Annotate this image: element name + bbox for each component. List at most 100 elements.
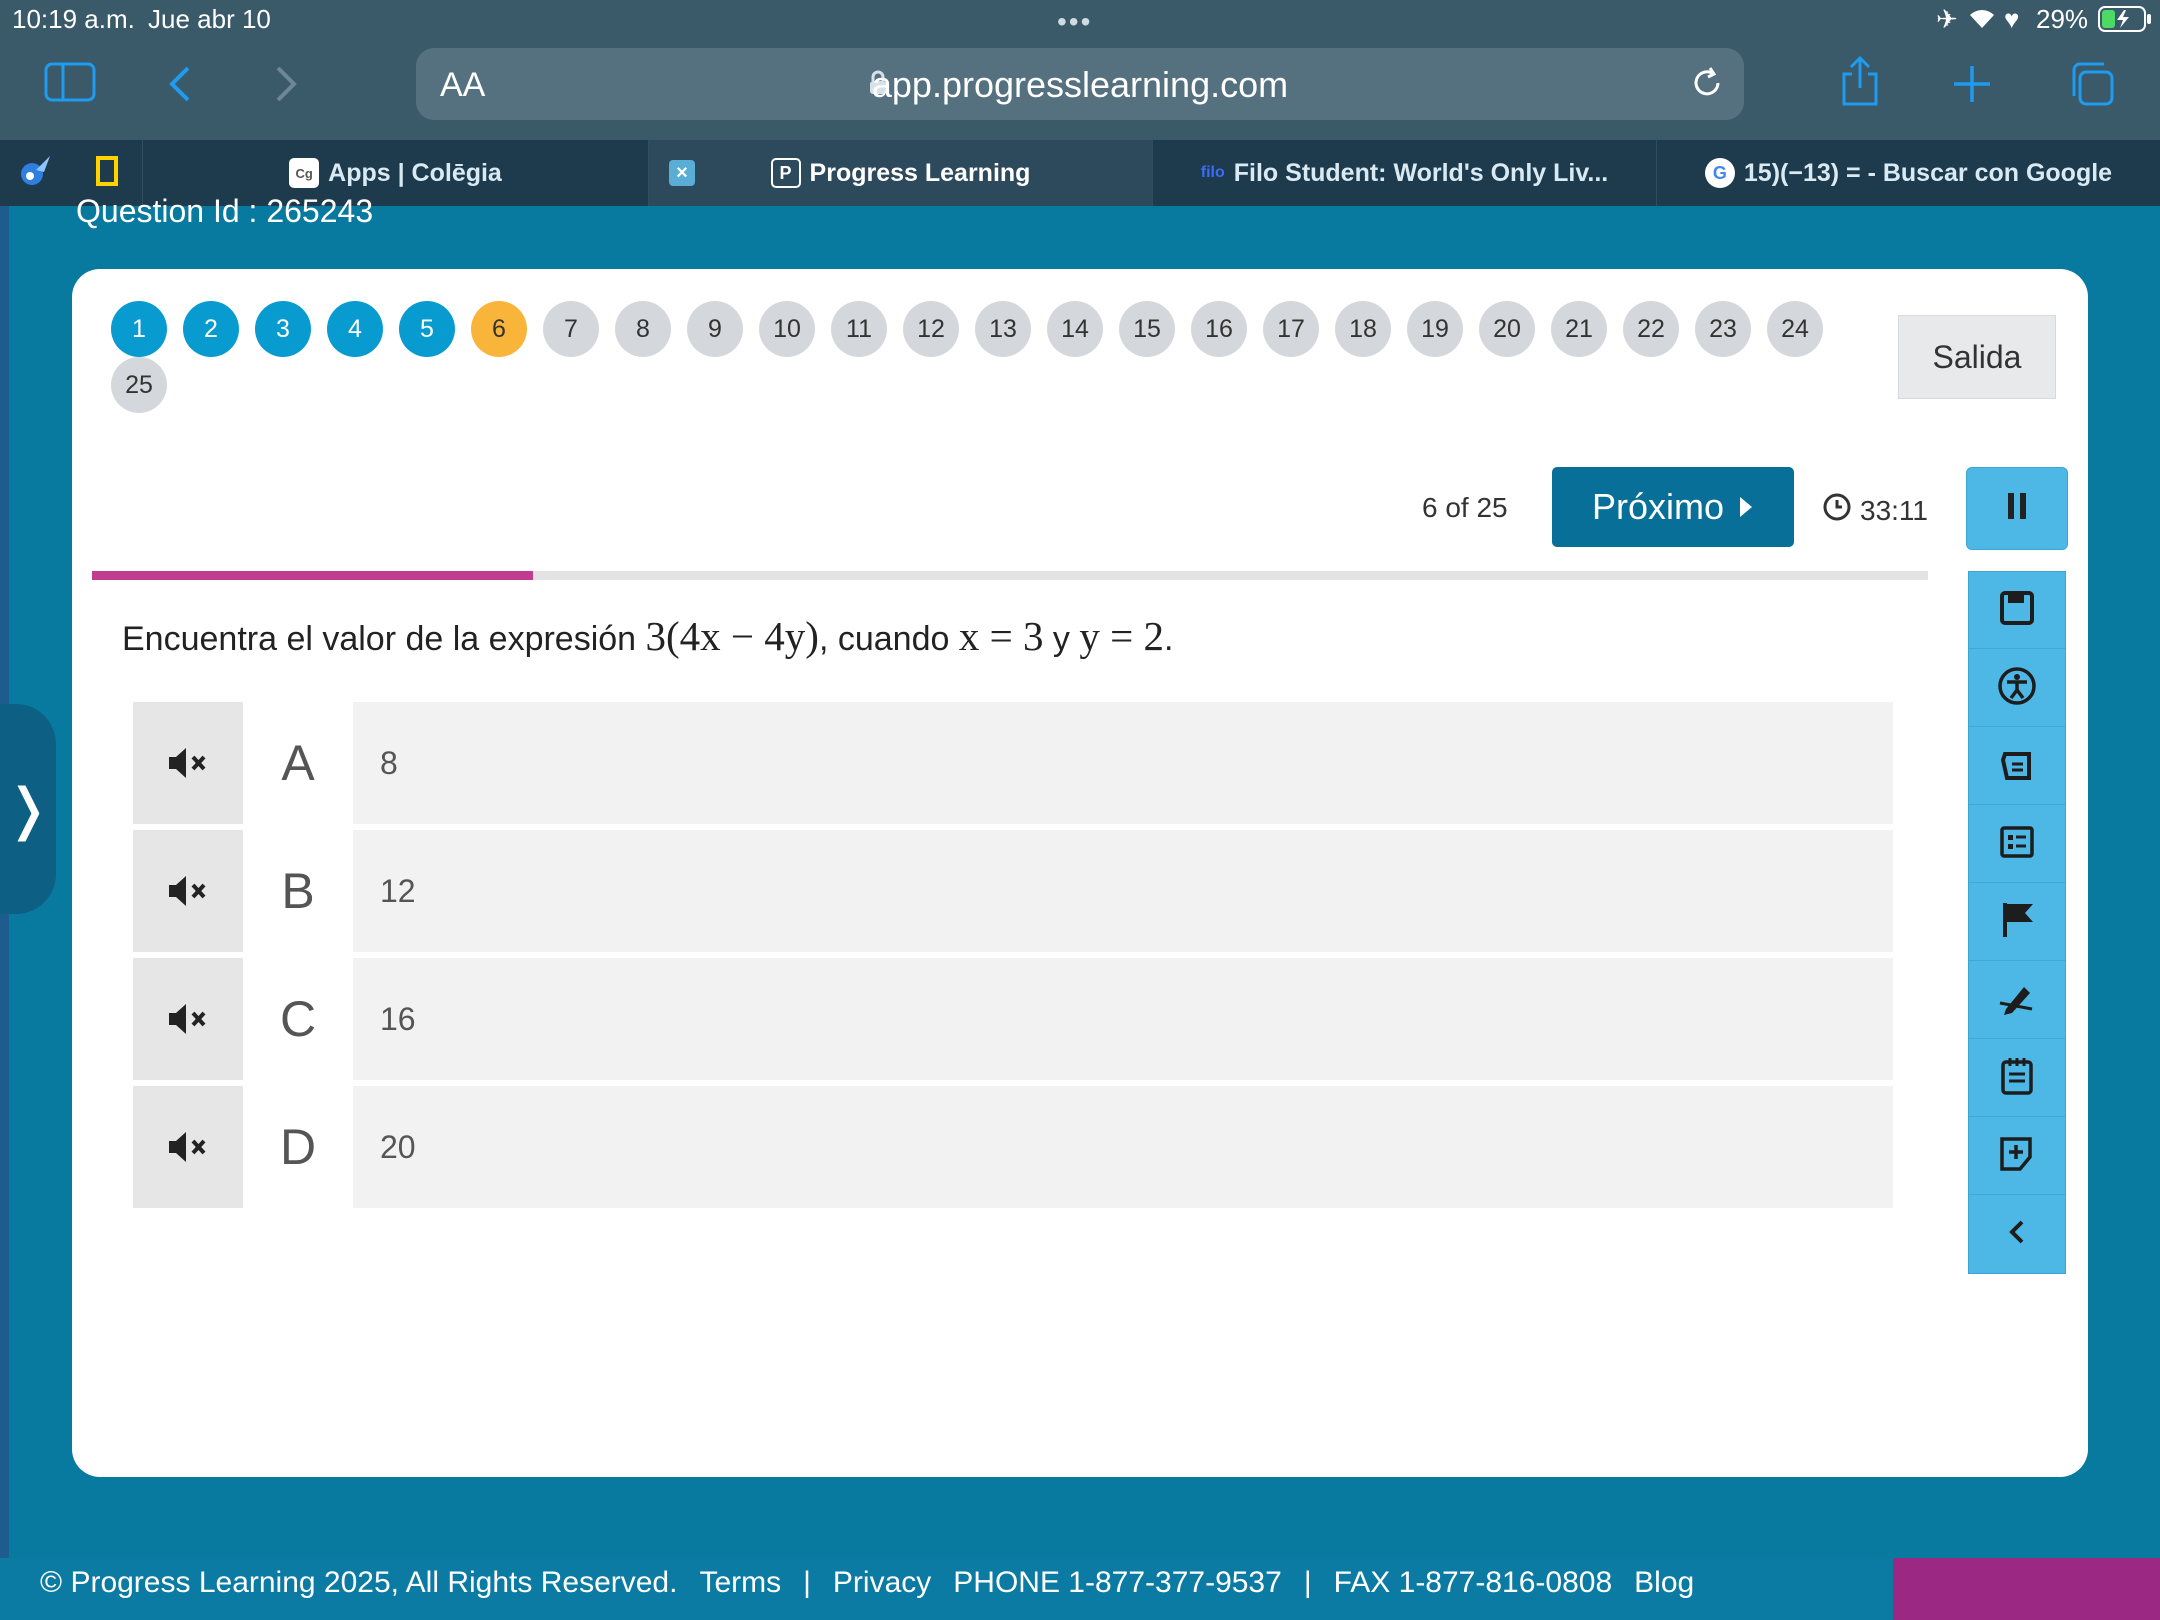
tab-google[interactable]: G 15)(−13) = - Buscar con Google — [1657, 140, 2160, 206]
colegia-icon: Cg — [289, 158, 320, 188]
question-number-8[interactable]: 8 — [615, 301, 671, 357]
answer-option-d[interactable]: D 20 — [133, 1086, 1893, 1212]
battery-percent: 29% — [2036, 4, 2089, 34]
timer-value: 33:11 — [1860, 494, 1928, 526]
tab-label: Progress Learning — [809, 158, 1031, 187]
tool-panel — [1968, 571, 2066, 1274]
question-number-4[interactable]: 4 — [327, 301, 383, 357]
accessibility-tool-button[interactable] — [1969, 650, 2065, 727]
answer-letter: B — [243, 830, 353, 952]
eraser-tool-button[interactable] — [1969, 728, 2065, 805]
timer: 33:11 — [1822, 492, 1928, 529]
question-number-9[interactable]: 9 — [687, 301, 743, 357]
heart-icon: ♥ — [2004, 4, 2020, 34]
expression: 3(4x − 4y) — [645, 613, 819, 659]
open-side-panel-button[interactable]: ❭ — [0, 704, 56, 914]
mute-audio-icon[interactable] — [133, 958, 243, 1080]
flag-tool-button[interactable] — [1969, 884, 2065, 961]
answer-option-a[interactable]: A8 — [133, 702, 1893, 828]
question-counter: 6 of 25 — [1422, 492, 1508, 523]
question-number-7[interactable]: 7 — [543, 301, 599, 357]
question-number-25[interactable]: 25 — [111, 357, 167, 413]
question-number-19[interactable]: 19 — [1407, 301, 1463, 357]
collapse-tool-button[interactable] — [1969, 1196, 2065, 1272]
question-number-18[interactable]: 18 — [1335, 301, 1391, 357]
tab-label: 15)(−13) = - Buscar con Google — [1743, 158, 2113, 187]
new-tab-icon[interactable] — [1952, 64, 1992, 104]
answer-value: 8 — [380, 744, 398, 781]
tab-overview-icon[interactable] — [2068, 60, 2116, 108]
play-arrow-icon — [1738, 486, 1754, 528]
question-number-3[interactable]: 3 — [255, 301, 311, 357]
progress-fill — [92, 571, 533, 580]
next-button[interactable]: Próximo — [1552, 467, 1794, 547]
progress-learning-favicon: P — [770, 158, 801, 188]
question-text: Encuentra el valor de la expresión 3(4x … — [122, 612, 1173, 660]
tab-filo[interactable]: filo Filo Student: World's Only Liv... — [1153, 140, 1657, 206]
multitask-dots-icon[interactable]: ••• — [1057, 6, 1092, 38]
answer-option-c[interactable]: C 16 — [133, 958, 1893, 1084]
question-end: . — [1164, 620, 1174, 658]
question-number-23[interactable]: 23 — [1695, 301, 1751, 357]
question-number-5[interactable]: 5 — [399, 301, 455, 357]
question-number-11[interactable]: 11 — [831, 301, 887, 357]
footer-separator: | — [1303, 1566, 1312, 1599]
question-number-16[interactable]: 16 — [1191, 301, 1247, 357]
question-number-2[interactable]: 2 — [183, 301, 239, 357]
save-icon — [1999, 590, 2035, 631]
terms-link[interactable]: Terms — [699, 1566, 781, 1599]
answer-option-b[interactable]: B 12 — [133, 830, 1893, 956]
question-number-20[interactable]: 20 — [1479, 301, 1535, 357]
save-tool-button[interactable] — [1969, 572, 2065, 649]
mute-audio-icon[interactable] — [133, 702, 243, 824]
tab-progress-learning[interactable]: × P Progress Learning — [649, 140, 1153, 206]
exit-button[interactable]: Salida — [1898, 315, 2056, 399]
flag-icon — [1999, 901, 2035, 944]
share-icon[interactable] — [1838, 56, 1882, 108]
privacy-link[interactable]: Privacy — [833, 1566, 931, 1599]
question-number-17[interactable]: 17 — [1263, 301, 1319, 357]
question-number-24[interactable]: 24 — [1767, 301, 1823, 357]
strike-pen-icon — [1998, 979, 2036, 1022]
accessibility-icon — [1997, 666, 2037, 711]
collapse-icon — [2007, 1218, 2027, 1251]
add-note-tool-button[interactable] — [1969, 1118, 2065, 1195]
url-text: app.progresslearning.com — [871, 64, 1289, 105]
pinned-tab-blue[interactable] — [0, 140, 70, 206]
question-number-14[interactable]: 14 — [1047, 301, 1103, 357]
address-bar[interactable]: AA app.progresslearning.com — [416, 48, 1744, 120]
answer-value: 16 — [380, 1000, 416, 1037]
answer-letter: D — [243, 1086, 353, 1208]
sidebar-toggle-icon[interactable] — [44, 62, 96, 102]
footer-separator: | — [803, 1566, 811, 1599]
status-date: Jue abr 10 — [148, 4, 271, 34]
question-number-1[interactable]: 1 — [111, 301, 167, 357]
airplane-icon: ✈ — [1936, 4, 1958, 34]
strike-pen-tool-button[interactable] — [1969, 962, 2065, 1039]
chevron-right-icon: ❭ — [4, 777, 52, 840]
reload-icon[interactable] — [1688, 64, 1726, 107]
close-tab-icon[interactable]: × — [669, 160, 695, 186]
notepad-tool-button[interactable] — [1969, 1040, 2065, 1117]
mute-audio-icon[interactable] — [133, 1086, 243, 1208]
answer-key-tool-button[interactable] — [1969, 806, 2065, 883]
question-number-13[interactable]: 13 — [975, 301, 1031, 357]
question-number-6[interactable]: 6 — [471, 301, 527, 357]
clock-icon — [1822, 492, 1852, 529]
question-number-15[interactable]: 15 — [1119, 301, 1175, 357]
question-number-21[interactable]: 21 — [1551, 301, 1607, 357]
question-middle: , cuando — [818, 620, 959, 658]
answer-key-icon — [1999, 825, 2035, 864]
question-prefix: Encuentra el valor de la expresión — [122, 620, 646, 658]
question-number-12[interactable]: 12 — [903, 301, 959, 357]
add-note-icon — [1998, 1135, 2036, 1178]
blog-link[interactable]: Blog — [1634, 1566, 1694, 1599]
mute-audio-icon[interactable] — [133, 830, 243, 952]
question-number-22[interactable]: 22 — [1623, 301, 1679, 357]
question-number-10[interactable]: 10 — [759, 301, 815, 357]
answer-letter: C — [243, 958, 353, 1080]
forward-icon[interactable] — [274, 64, 298, 104]
pause-button[interactable] — [1966, 467, 2068, 550]
natgeo-icon — [96, 155, 118, 191]
back-icon[interactable] — [168, 64, 192, 104]
